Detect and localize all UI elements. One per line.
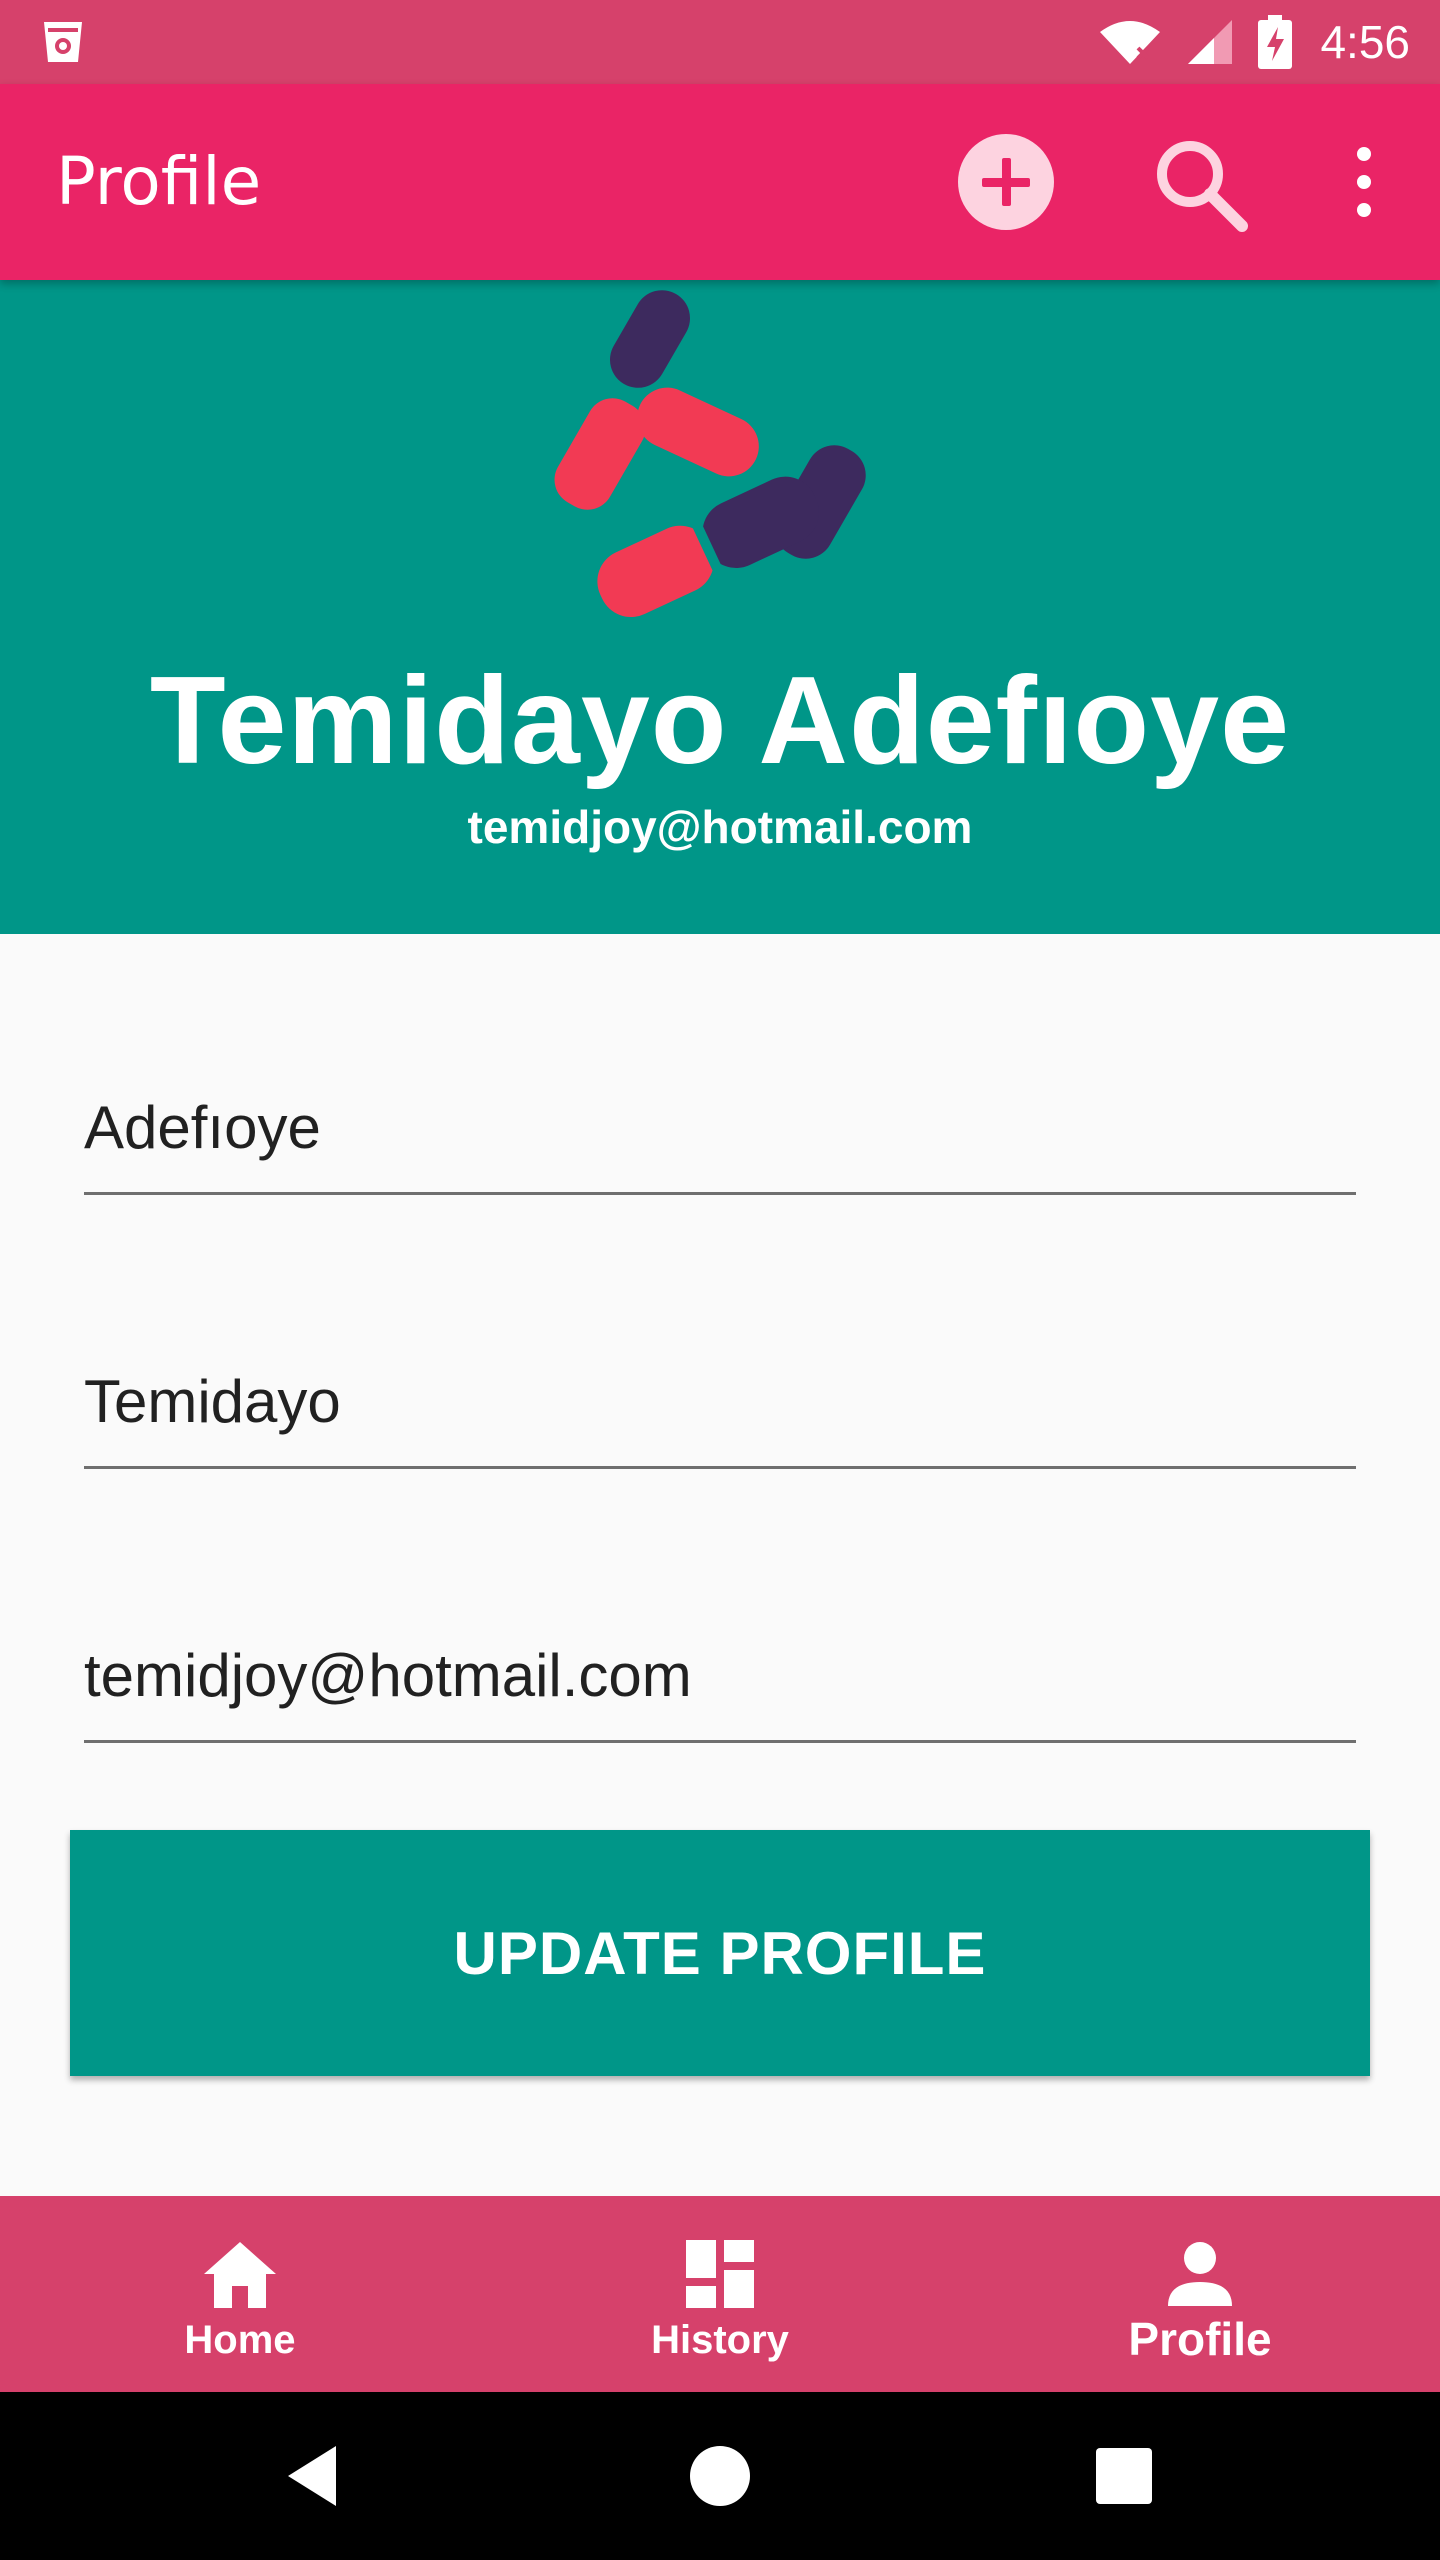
app-bar: Profile — [0, 84, 1440, 280]
battery-charging-icon — [1258, 15, 1293, 69]
email-field-container — [84, 1610, 1356, 1743]
more-options-button[interactable] — [1334, 142, 1394, 222]
dashboard-icon — [686, 2240, 754, 2308]
nav-item-history[interactable]: History — [480, 2196, 960, 2392]
status-time: 4:56 — [1320, 16, 1410, 68]
nav-label-history: History — [651, 2318, 789, 2362]
email-field[interactable] — [84, 1610, 1356, 1740]
first-name-field[interactable] — [84, 1336, 1356, 1466]
update-profile-button[interactable]: UPDATE PROFILE — [70, 1830, 1370, 2076]
search-button[interactable] — [1146, 130, 1256, 240]
add-icon — [982, 158, 1030, 206]
last-name-field-container — [84, 1062, 1356, 1195]
last-name-field[interactable] — [84, 1062, 1356, 1192]
nav-label-profile: Profile — [1128, 2313, 1272, 2365]
nav-label-home: Home — [184, 2318, 296, 2362]
person-icon — [1168, 2242, 1232, 2306]
bottom-navigation: Home History Profile — [0, 2196, 1440, 2392]
add-button[interactable] — [958, 134, 1054, 230]
more-vert-icon — [1357, 147, 1371, 217]
app-notification-icon — [44, 22, 82, 62]
nav-item-profile[interactable]: Profile — [960, 2196, 1440, 2392]
nav-item-home[interactable]: Home — [0, 2196, 480, 2392]
profile-email: temidjoy@hotmail.com — [467, 801, 973, 853]
profile-name: Temidayo Adefıoye — [149, 652, 1291, 790]
home-icon — [204, 2242, 276, 2308]
wifi-icon — [1100, 21, 1161, 64]
home-circle-icon[interactable] — [680, 2436, 760, 2516]
system-navigation-bar — [0, 2392, 1440, 2560]
page-title: Profile — [56, 143, 262, 220]
back-icon[interactable] — [276, 2436, 356, 2516]
profile-header: Temidayo Adefıoye temidjoy@hotmail.com — [0, 280, 1440, 934]
status-bar: 4:56 — [0, 0, 1440, 84]
status-icons: 4:56 — [1098, 0, 1410, 84]
signal-icon — [1188, 20, 1233, 64]
pills-logo-icon — [554, 290, 866, 618]
first-name-field-container — [84, 1336, 1356, 1469]
search-icon — [1157, 141, 1248, 232]
recent-apps-icon[interactable] — [1084, 2436, 1164, 2516]
